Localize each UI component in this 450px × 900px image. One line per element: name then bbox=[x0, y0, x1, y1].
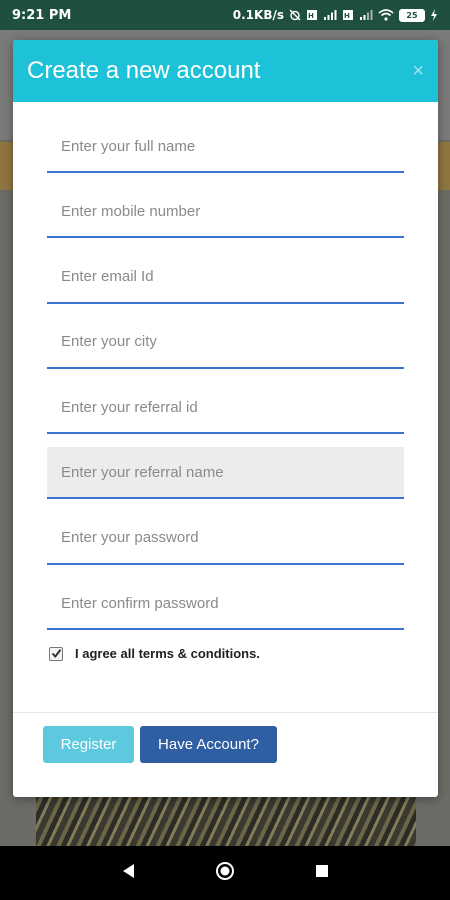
close-icon[interactable]: × bbox=[412, 61, 424, 81]
referral-id-input[interactable] bbox=[47, 382, 404, 433]
checkmark-icon bbox=[51, 649, 61, 659]
referral-name-field bbox=[47, 447, 404, 500]
home-icon[interactable] bbox=[215, 861, 235, 886]
email-field bbox=[47, 251, 404, 304]
wifi-icon bbox=[378, 9, 394, 21]
full-name-field bbox=[47, 121, 404, 173]
mobile-number-input[interactable] bbox=[47, 186, 404, 237]
referral-name-input bbox=[47, 447, 404, 498]
email-input[interactable] bbox=[47, 251, 404, 302]
register-button[interactable]: Register bbox=[43, 726, 134, 763]
register-modal: Create a new account × Enter your full n… bbox=[13, 40, 438, 797]
mobile-number-field bbox=[47, 186, 404, 239]
terms-checkbox[interactable] bbox=[49, 646, 63, 661]
charging-icon bbox=[431, 9, 437, 21]
password-input[interactable] bbox=[47, 512, 404, 563]
full-name-input[interactable] bbox=[47, 121, 404, 171]
signal-icon-2 bbox=[360, 10, 373, 20]
signal-icon bbox=[324, 10, 337, 20]
referral-id-field bbox=[47, 382, 404, 435]
network-speed: 0.1KB/s bbox=[232, 8, 284, 22]
confirm-password-input[interactable] bbox=[47, 578, 404, 629]
have-account-button[interactable]: Have Account? bbox=[140, 726, 277, 763]
battery-icon: 25 bbox=[399, 8, 425, 22]
confirm-password-field bbox=[47, 578, 404, 631]
alarm-off-icon bbox=[289, 9, 301, 21]
sim-hd-icon-2: H bbox=[343, 10, 353, 20]
footer-divider bbox=[13, 712, 438, 713]
sim-hd-icon: H bbox=[307, 10, 317, 20]
password-field bbox=[47, 512, 404, 565]
terms-row: I agree all terms & conditions. bbox=[47, 646, 404, 661]
modal-footer: Register Have Account? bbox=[43, 726, 277, 763]
modal-title: Create a new account bbox=[27, 57, 261, 84]
modal-header: Create a new account × bbox=[13, 40, 438, 102]
svg-text:H: H bbox=[308, 12, 314, 20]
android-nav-bar bbox=[0, 846, 450, 900]
status-icons: 0.1KB/s H H 25 bbox=[233, 8, 438, 22]
background-photo bbox=[36, 790, 416, 846]
status-time: 9:21 PM bbox=[12, 7, 72, 23]
recents-icon[interactable] bbox=[315, 864, 329, 883]
svg-text:H: H bbox=[344, 12, 350, 20]
city-field bbox=[47, 316, 404, 369]
register-form: I agree all terms & conditions. bbox=[13, 102, 438, 661]
back-icon[interactable] bbox=[121, 863, 135, 884]
city-input[interactable] bbox=[47, 316, 404, 367]
status-bar: 9:21 PM 0.1KB/s H H 25 bbox=[0, 0, 450, 30]
terms-label[interactable]: I agree all terms & conditions. bbox=[75, 646, 260, 661]
